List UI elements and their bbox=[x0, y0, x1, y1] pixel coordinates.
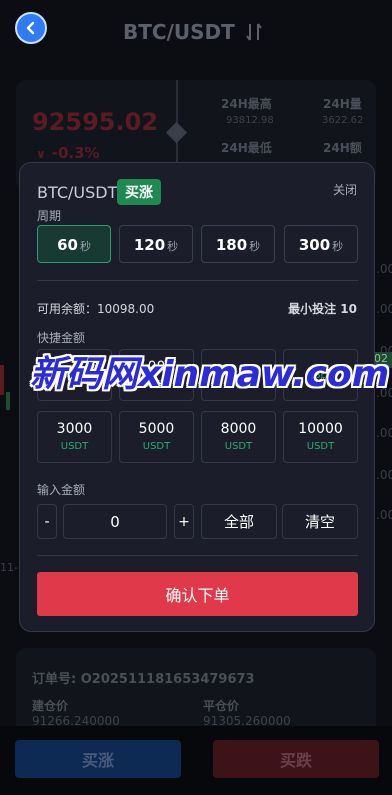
candle bbox=[0, 365, 4, 395]
period-value: 180 bbox=[215, 236, 248, 254]
quick-amount-unit: USDT bbox=[306, 441, 335, 452]
quick-amount-value: 10000 bbox=[298, 421, 343, 437]
period-option-60[interactable]: 60 秒 bbox=[37, 225, 111, 263]
increment-button[interactable]: + bbox=[174, 504, 194, 539]
close-price-label: 平仓价 bbox=[203, 699, 240, 713]
swap-icon[interactable] bbox=[243, 21, 265, 43]
period-label: 周期 bbox=[37, 209, 62, 223]
quick-amount-button[interactable]: 10000 USDT bbox=[283, 411, 358, 463]
watermark: 新码网xinmaw.com bbox=[30, 354, 390, 395]
amount-input[interactable] bbox=[63, 504, 167, 539]
min-bet: 最小投注 10 bbox=[288, 302, 357, 316]
divider bbox=[37, 280, 358, 281]
close-button[interactable]: 关闭 bbox=[333, 181, 357, 198]
price-tick: .000 bbox=[376, 508, 392, 522]
quick-amount-unit: USDT bbox=[142, 441, 171, 452]
period-value: 60 bbox=[57, 236, 78, 254]
available-balance: 可用余额：10098.00 bbox=[37, 302, 155, 316]
quick-amount-unit: USDT bbox=[60, 441, 89, 452]
high-value: 93812.98 bbox=[226, 115, 274, 126]
amount-label: 24H额 bbox=[323, 141, 362, 155]
last-price: 92595.02 bbox=[32, 108, 159, 136]
price-tick: .000 bbox=[376, 302, 392, 316]
chevron-left-icon bbox=[26, 21, 35, 35]
confirm-order-button[interactable]: 确认下单 bbox=[37, 572, 358, 616]
period-unit: 秒 bbox=[167, 240, 179, 253]
period-unit: 秒 bbox=[79, 240, 91, 253]
volume-value: 3622.62 bbox=[322, 115, 364, 126]
buy-up-button[interactable]: 买涨 bbox=[15, 740, 181, 778]
back-button[interactable] bbox=[15, 12, 47, 44]
quick-amount-unit: USDT bbox=[224, 441, 253, 452]
period-option-120[interactable]: 120 秒 bbox=[119, 225, 193, 263]
price-change: ∨ -0.3% bbox=[36, 144, 100, 162]
buy-down-button[interactable]: 买跌 bbox=[213, 740, 379, 778]
low-label: 24H最低 bbox=[221, 141, 272, 155]
quick-amount-button[interactable]: 3000 USDT bbox=[37, 411, 112, 463]
high-label: 24H最高 bbox=[221, 97, 272, 111]
price-tick: .000 bbox=[376, 426, 392, 440]
price-tick: .000 bbox=[376, 468, 392, 482]
direction-badge: 买涨 bbox=[117, 179, 161, 205]
quick-amount-label: 快捷金额 bbox=[37, 331, 86, 345]
header: BTC/USDT bbox=[0, 0, 392, 64]
quick-amount-value: 5000 bbox=[138, 421, 175, 437]
all-button[interactable]: 全部 bbox=[201, 504, 277, 539]
modal-pair: BTC/USDT bbox=[37, 183, 118, 202]
period-unit: 秒 bbox=[249, 240, 261, 253]
period-unit: 秒 bbox=[332, 240, 344, 253]
quick-amount-value: 3000 bbox=[56, 421, 93, 437]
period-option-180[interactable]: 180 秒 bbox=[201, 225, 275, 263]
time-tick: 11- bbox=[0, 561, 18, 574]
volume-label: 24H量 bbox=[323, 97, 362, 111]
divider bbox=[37, 555, 358, 556]
order-modal: BTC/USDT 买涨 关闭 周期 60 秒 120 秒 180 秒 300 秒 可用余… bbox=[19, 162, 375, 632]
quick-amount-button[interactable]: 8000 USDT bbox=[201, 411, 276, 463]
down-arrow-icon: ∨ bbox=[36, 147, 46, 161]
price-change-value: -0.3% bbox=[51, 144, 100, 162]
decrement-button[interactable]: - bbox=[37, 504, 57, 539]
clear-button[interactable]: 清空 bbox=[282, 504, 358, 539]
period-value: 120 bbox=[133, 236, 166, 254]
page-title: BTC/USDT bbox=[123, 20, 235, 44]
quick-amount-value: 8000 bbox=[220, 421, 257, 437]
period-option-300[interactable]: 300 秒 bbox=[284, 225, 358, 263]
period-value: 300 bbox=[298, 236, 331, 254]
candle bbox=[6, 392, 10, 410]
price-tick: .000 bbox=[376, 262, 392, 276]
order-number: 订单号: O2025111816534796​73 bbox=[32, 672, 255, 687]
quick-amount-button[interactable]: 5000 USDT bbox=[119, 411, 194, 463]
open-price-label: 建仓价 bbox=[32, 699, 69, 713]
input-amount-label: 输入金额 bbox=[37, 483, 86, 497]
